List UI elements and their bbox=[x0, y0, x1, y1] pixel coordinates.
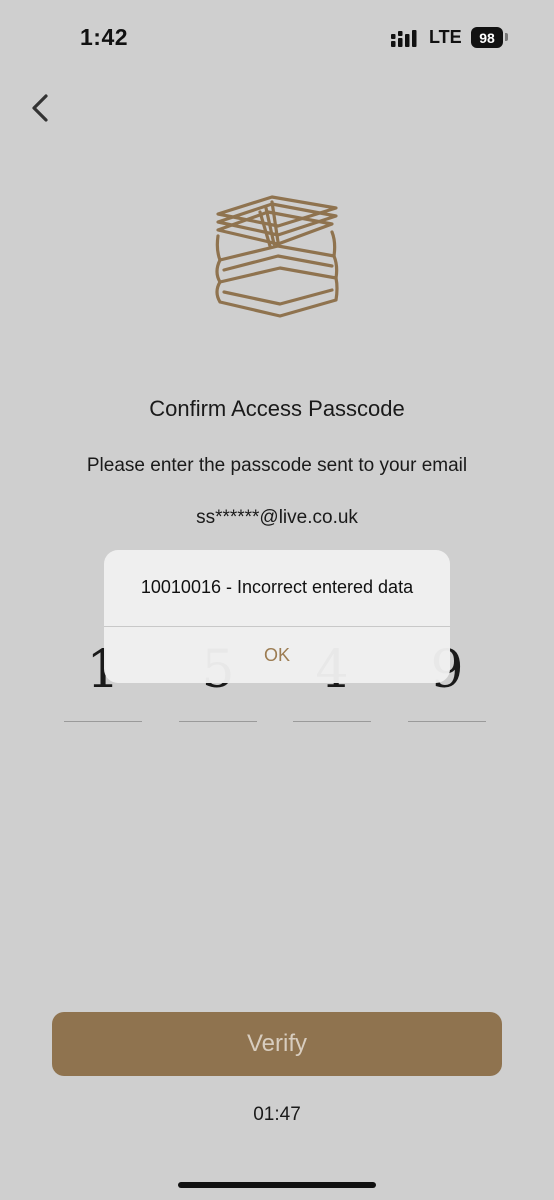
network-label: LTE bbox=[429, 27, 462, 47]
battery-indicator: 98 bbox=[471, 27, 503, 48]
chevron-left-icon bbox=[32, 94, 48, 122]
status-time: 1:42 bbox=[80, 24, 129, 50]
digit-underline bbox=[64, 721, 142, 722]
verify-button[interactable]: Verify bbox=[52, 1012, 502, 1076]
alert-message: 10010016 - Incorrect entered data bbox=[140, 577, 414, 597]
battery-level: 98 bbox=[479, 29, 495, 46]
instruction-text: Please enter the passcode sent to your e… bbox=[86, 455, 468, 476]
digit-underline bbox=[293, 721, 371, 722]
resend-countdown: 01:47 bbox=[253, 1104, 301, 1125]
masked-email: ss******@live.co.uk bbox=[196, 507, 358, 528]
page-title: Confirm Access Passcode bbox=[149, 396, 405, 421]
digit-underline bbox=[408, 721, 486, 722]
book-stack-logo bbox=[215, 195, 339, 318]
battery-tip bbox=[505, 33, 508, 41]
home-indicator[interactable] bbox=[178, 1182, 376, 1188]
alert-ok-button[interactable]: OK bbox=[104, 627, 450, 683]
digit-underline bbox=[179, 721, 257, 722]
status-bar: 1:42 LTE 98 bbox=[0, 0, 554, 76]
error-alert: 10010016 - Incorrect entered data OK bbox=[104, 550, 450, 683]
signal-icon bbox=[391, 30, 417, 47]
back-button[interactable] bbox=[22, 86, 62, 130]
